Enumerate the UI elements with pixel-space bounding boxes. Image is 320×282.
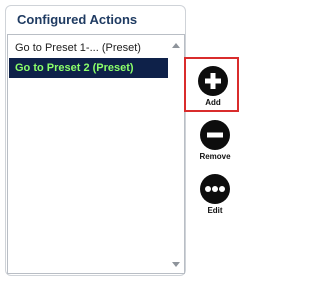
remove-button[interactable]: Remove [195, 120, 235, 161]
chevron-down-icon[interactable] [172, 262, 180, 267]
configured-actions-dialog: Configured Actions Go to Preset 1-... (P… [0, 0, 241, 282]
chevron-up-icon[interactable] [172, 43, 180, 48]
add-button[interactable]: Add [193, 66, 233, 107]
minus-circle-icon [200, 120, 230, 150]
plus-circle-icon [198, 66, 228, 96]
more-horizontal-icon [200, 174, 230, 204]
edit-button[interactable]: Edit [195, 174, 235, 215]
actions-list[interactable]: Go to Preset 1-... (Preset) Go to Preset… [7, 34, 185, 274]
edit-label: Edit [207, 206, 223, 215]
list-scrollbar[interactable] [169, 36, 183, 272]
add-label: Add [205, 98, 221, 107]
list-item-preset-2[interactable]: Go to Preset 2 (Preset) [9, 58, 168, 78]
configured-actions-panel: Configured Actions Go to Preset 1-... (P… [5, 5, 186, 276]
list-item-preset-1[interactable]: Go to Preset 1-... (Preset) [9, 38, 168, 58]
remove-label: Remove [199, 152, 231, 161]
panel-title: Configured Actions [17, 12, 138, 27]
